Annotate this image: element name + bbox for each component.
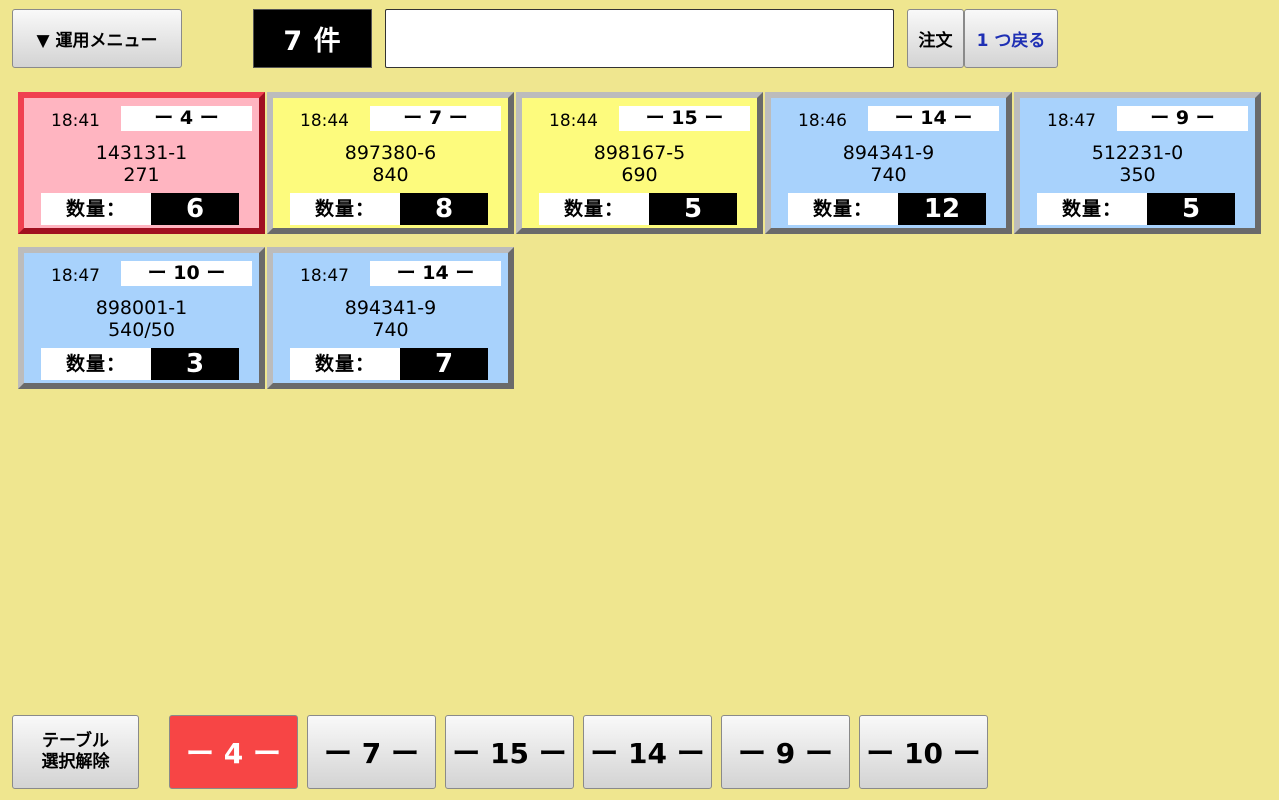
quantity-label: 数量： [41, 348, 151, 380]
item-code: 143131-1 [95, 142, 188, 164]
item-value: 740 [372, 319, 409, 341]
clear-table-selection-button[interactable]: テーブル 選択解除 [12, 715, 139, 789]
table-filter-button[interactable]: ー 7 ー [307, 715, 436, 789]
table-number: ー 4 ー [121, 106, 252, 131]
table-number: ー 7 ー [370, 106, 501, 131]
order-card[interactable]: 18:47 ー 10 ー 898001-1 540/50 数量： 3 [18, 247, 265, 389]
quantity-label: 数量： [788, 193, 898, 225]
quantity-label: 数量： [1037, 193, 1147, 225]
item-code: 894341-9 [344, 297, 437, 319]
operation-menu-button[interactable]: ▼ 運用メニュー [12, 9, 182, 68]
quantity-label: 数量： [290, 193, 400, 225]
quantity-label: 数量： [290, 348, 400, 380]
quantity-value: 3 [151, 348, 239, 380]
item-code: 894341-9 [842, 142, 935, 164]
order-time: 18:44 [300, 111, 349, 131]
back-one-button[interactable]: 1 つ戻る [964, 9, 1058, 68]
quantity-value: 5 [649, 193, 737, 225]
quantity-value: 12 [898, 193, 986, 225]
order-time: 18:47 [51, 266, 100, 286]
quantity-value: 8 [400, 193, 488, 225]
table-number: ー 9 ー [1117, 106, 1248, 131]
item-value: 271 [123, 164, 160, 186]
order-card[interactable]: 18:44 ー 7 ー 897380-6 840 数量： 8 [267, 92, 514, 234]
quantity-value: 6 [151, 193, 239, 225]
clear-button-label-line2: 選択解除 [41, 752, 110, 772]
table-filter-button[interactable]: ー 14 ー [583, 715, 712, 789]
clear-button-label-line1: テーブル [42, 731, 109, 751]
quantity-label: 数量： [539, 193, 649, 225]
search-input[interactable] [385, 9, 894, 68]
order-card[interactable]: 18:46 ー 14 ー 894341-9 740 数量： 12 [765, 92, 1012, 234]
order-count-display: 7 件 [253, 9, 372, 68]
order-button[interactable]: 注文 [907, 9, 964, 68]
quantity-label: 数量： [41, 193, 151, 225]
table-number: ー 15 ー [619, 106, 750, 131]
table-filter-button[interactable]: ー 9 ー [721, 715, 850, 789]
table-filter-button[interactable]: ー 15 ー [445, 715, 574, 789]
item-value: 540/50 [108, 319, 175, 341]
table-number: ー 10 ー [121, 261, 252, 286]
item-value: 690 [621, 164, 658, 186]
order-time: 18:47 [1047, 111, 1096, 131]
quantity-value: 5 [1147, 193, 1235, 225]
table-number: ー 14 ー [868, 106, 999, 131]
order-card[interactable]: 18:41 ー 4 ー 143131-1 271 数量： 6 [18, 92, 265, 234]
item-code: 897380-6 [344, 142, 437, 164]
table-filter-button[interactable]: ー 4 ー [169, 715, 298, 789]
order-time: 18:47 [300, 266, 349, 286]
order-card[interactable]: 18:47 ー 14 ー 894341-9 740 数量： 7 [267, 247, 514, 389]
table-filter-button[interactable]: ー 10 ー [859, 715, 988, 789]
table-number: ー 14 ー [370, 261, 501, 286]
order-card[interactable]: 18:47 ー 9 ー 512231-0 350 数量： 5 [1014, 92, 1261, 234]
item-value: 740 [870, 164, 907, 186]
item-code: 898001-1 [95, 297, 188, 319]
item-value: 350 [1119, 164, 1156, 186]
order-card[interactable]: 18:44 ー 15 ー 898167-5 690 数量： 5 [516, 92, 763, 234]
order-time: 18:41 [51, 111, 100, 131]
order-time: 18:44 [549, 111, 598, 131]
order-time: 18:46 [798, 111, 847, 131]
item-value: 840 [372, 164, 409, 186]
item-code: 512231-0 [1091, 142, 1184, 164]
item-code: 898167-5 [593, 142, 686, 164]
quantity-value: 7 [400, 348, 488, 380]
